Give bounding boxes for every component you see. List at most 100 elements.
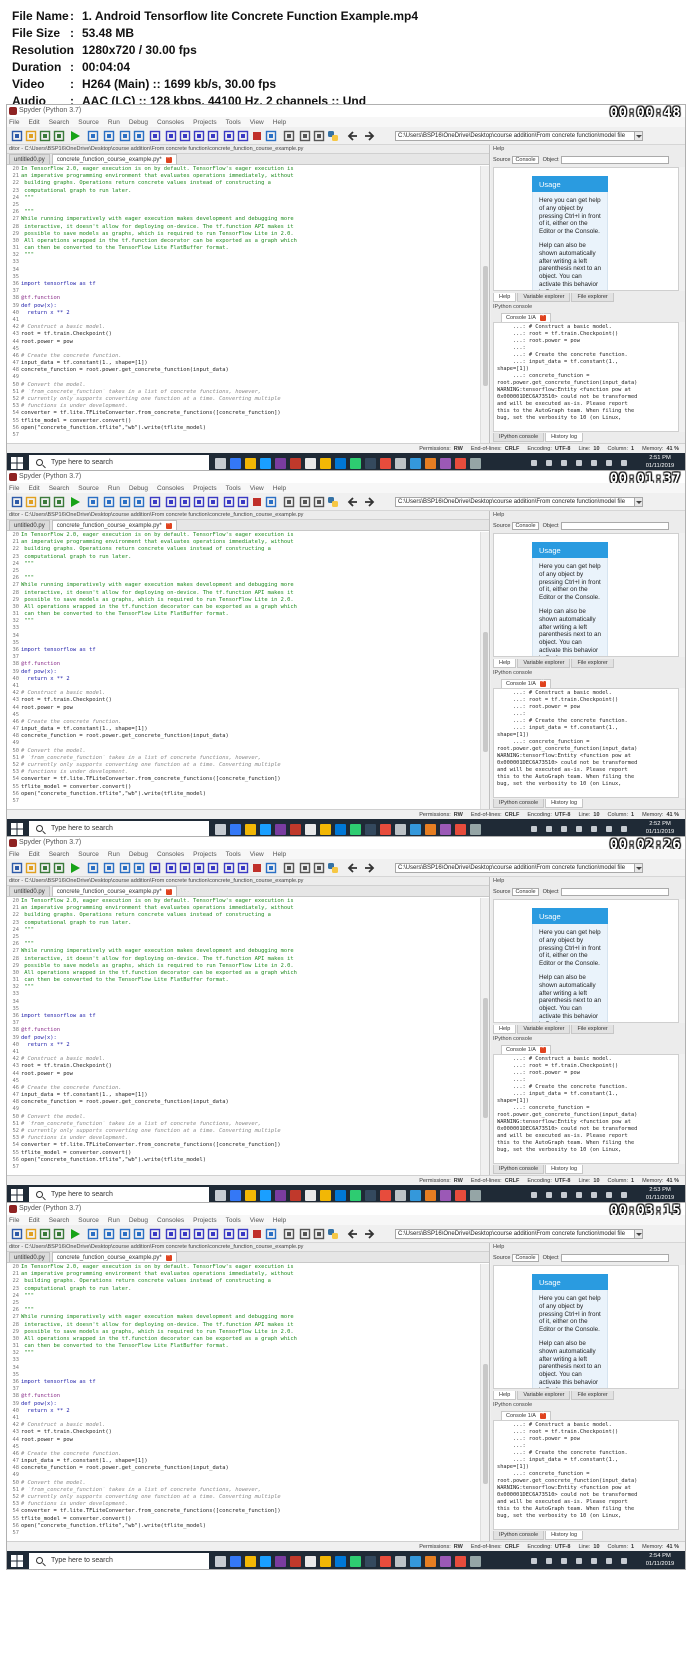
debug-icon[interactable] — [103, 496, 115, 508]
taskbar-app-icon[interactable] — [305, 458, 316, 469]
tray-icon[interactable] — [576, 460, 582, 466]
taskbar-search-input[interactable]: Type here to search — [29, 1553, 209, 1569]
tray-icon[interactable] — [531, 460, 537, 466]
debug-icon[interactable] — [237, 496, 249, 508]
taskbar-app-icon[interactable] — [215, 458, 226, 469]
save-all-icon[interactable] — [53, 130, 65, 142]
taskbar-app-icon[interactable] — [230, 458, 241, 469]
toolbar-icon[interactable] — [265, 496, 277, 508]
menu-item-consoles[interactable]: Consoles — [157, 851, 184, 858]
open-folder-icon[interactable] — [25, 130, 37, 142]
menu-item-help[interactable]: Help — [273, 485, 286, 492]
run-icon[interactable] — [69, 1228, 81, 1240]
windows-start-icon[interactable] — [11, 1555, 23, 1567]
debug-icon[interactable] — [179, 862, 191, 874]
source-select[interactable]: Console — [512, 1253, 539, 1262]
editor-scrollbar[interactable] — [480, 898, 489, 1175]
menu-item-file[interactable]: File — [9, 485, 19, 492]
taskbar-app-icon[interactable] — [350, 824, 361, 835]
debug-icon[interactable] — [207, 1228, 219, 1240]
menu-item-file[interactable]: File — [9, 119, 19, 126]
tab-history-log[interactable]: History log — [545, 433, 584, 442]
close-icon[interactable] — [165, 155, 172, 163]
taskbar-app-icon[interactable] — [260, 458, 271, 469]
tab-file-explorer[interactable]: File explorer — [571, 659, 614, 668]
taskbar-app-icon[interactable] — [410, 458, 421, 469]
toolbar-icon[interactable] — [299, 496, 311, 508]
close-icon[interactable] — [539, 1045, 546, 1053]
menu-item-source[interactable]: Source — [78, 485, 99, 492]
menu-item-edit[interactable]: Edit — [28, 485, 39, 492]
taskbar-app-icon[interactable] — [335, 1190, 346, 1201]
code-editor[interactable]: 20 In TensorFlow 2.0, eager execution is … — [7, 898, 479, 1175]
taskbar-clock[interactable]: 2:51 PM 01/11/2019 — [643, 455, 677, 470]
taskbar-app-icon[interactable] — [395, 1190, 406, 1201]
tab-history-log[interactable]: History log — [545, 1531, 584, 1540]
console-output[interactable]: ...: # Construct a basic model. ...: roo… — [493, 1054, 679, 1164]
taskbar-app-icon[interactable] — [455, 1190, 466, 1201]
windows-start-icon[interactable] — [11, 823, 23, 835]
tray-icon[interactable] — [561, 460, 567, 466]
tray-icon[interactable] — [606, 1192, 612, 1198]
tray-icon[interactable] — [591, 826, 597, 832]
tab-history-log[interactable]: History log — [545, 799, 584, 808]
taskbar-app-icon[interactable] — [245, 458, 256, 469]
menu-item-edit[interactable]: Edit — [28, 1217, 39, 1224]
toolbar-icon[interactable] — [265, 130, 277, 142]
object-input[interactable] — [560, 521, 669, 530]
taskbar-app-icon[interactable] — [335, 824, 346, 835]
debug-icon[interactable] — [133, 496, 145, 508]
menu-item-help[interactable]: Help — [273, 851, 286, 858]
debug-icon[interactable] — [149, 1228, 161, 1240]
taskbar-app-icon[interactable] — [425, 458, 436, 469]
menu-item-help[interactable]: Help — [273, 119, 286, 126]
console-tab[interactable]: Console 1/A — [501, 1045, 551, 1054]
taskbar-app-icon[interactable] — [380, 458, 391, 469]
tab-variable-explorer[interactable]: Variable explorer — [517, 1391, 571, 1400]
debug-icon[interactable] — [87, 130, 99, 142]
menu-item-file[interactable]: File — [9, 851, 19, 858]
object-input[interactable] — [560, 887, 669, 896]
python-icon[interactable] — [327, 130, 339, 142]
taskbar-app-icon[interactable] — [215, 1556, 226, 1567]
menu-item-consoles[interactable]: Consoles — [157, 119, 184, 126]
menu-item-file[interactable]: File — [9, 1217, 19, 1224]
taskbar-app-icon[interactable] — [365, 1556, 376, 1567]
save-icon[interactable] — [39, 1228, 51, 1240]
taskbar-app-icon[interactable] — [305, 1190, 316, 1201]
tray-icon[interactable] — [621, 460, 627, 466]
tab-variable-explorer[interactable]: Variable explorer — [517, 1025, 571, 1034]
open-folder-icon[interactable] — [25, 862, 37, 874]
debug-icon[interactable] — [103, 862, 115, 874]
taskbar-search-input[interactable]: Type here to search — [29, 455, 209, 471]
debug-icon[interactable] — [119, 1228, 131, 1240]
run-icon[interactable] — [69, 130, 81, 142]
tab-ipython-console[interactable]: IPython console — [493, 1165, 545, 1174]
help-scrollbar[interactable] — [679, 533, 685, 657]
new-file-icon[interactable] — [11, 496, 23, 508]
menu-item-consoles[interactable]: Consoles — [157, 485, 184, 492]
taskbar-app-icon[interactable] — [470, 1556, 481, 1567]
taskbar-app-icon[interactable] — [365, 824, 376, 835]
editor-tab[interactable]: untitled0.py — [9, 520, 50, 530]
back-arrow-icon[interactable] — [347, 1228, 359, 1240]
taskbar-app-icon[interactable] — [395, 458, 406, 469]
taskbar-app-icon[interactable] — [455, 1556, 466, 1567]
debug-icon[interactable] — [119, 130, 131, 142]
console-output[interactable]: ...: # Construct a basic model. ...: roo… — [493, 1420, 679, 1530]
menu-item-view[interactable]: View — [250, 485, 264, 492]
menu-item-view[interactable]: View — [250, 1217, 264, 1224]
tab-file-explorer[interactable]: File explorer — [571, 293, 614, 302]
menu-item-search[interactable]: Search — [49, 851, 70, 858]
menu-item-source[interactable]: Source — [78, 851, 99, 858]
tray-icon[interactable] — [531, 1192, 537, 1198]
taskbar-app-icon[interactable] — [290, 824, 301, 835]
taskbar-app-icon[interactable] — [470, 458, 481, 469]
chevron-down-icon[interactable] — [635, 131, 643, 141]
forward-arrow-icon[interactable] — [363, 130, 375, 142]
tab-ipython-console[interactable]: IPython console — [493, 799, 545, 808]
debug-icon[interactable] — [237, 862, 249, 874]
debug-icon[interactable] — [179, 496, 191, 508]
menu-item-run[interactable]: Run — [108, 119, 120, 126]
debug-icon[interactable] — [149, 862, 161, 874]
